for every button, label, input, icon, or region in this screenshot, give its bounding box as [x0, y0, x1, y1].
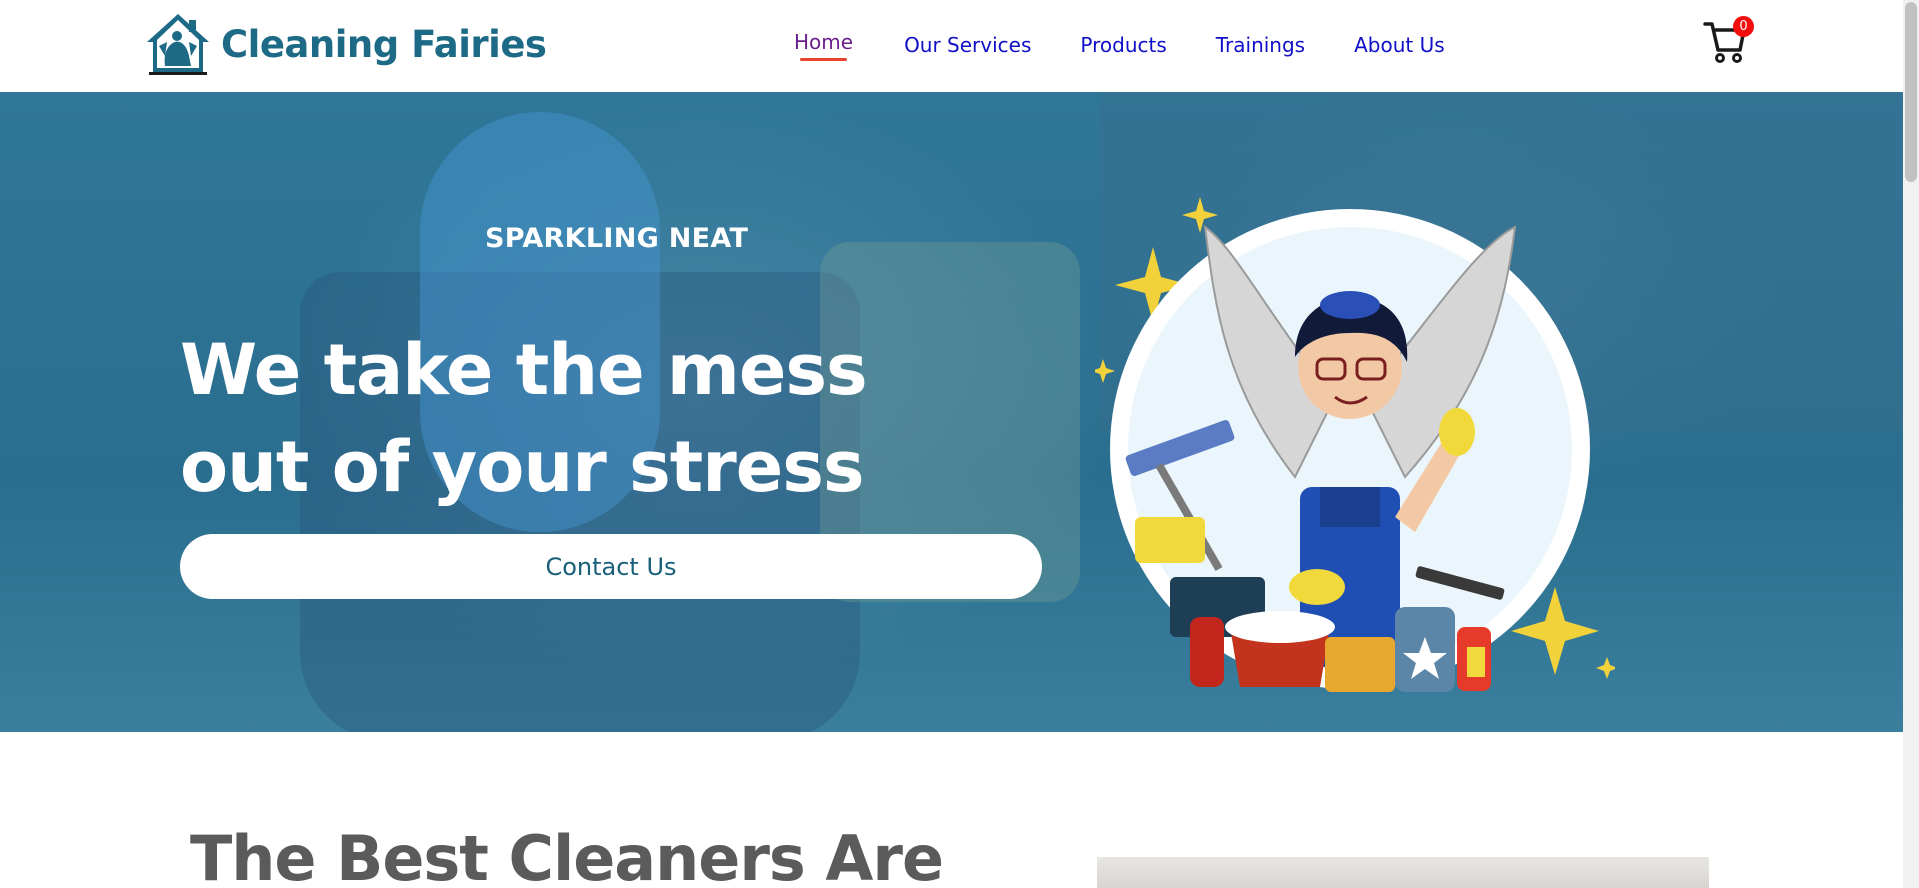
- cleaning-fairy-illustration: [1095, 197, 1615, 692]
- nav-products[interactable]: Products: [1080, 31, 1166, 59]
- cart-count-badge: 0: [1733, 16, 1754, 37]
- nav-about-us[interactable]: About Us: [1354, 31, 1445, 59]
- main-nav: Home Our Services Products Trainings Abo…: [794, 28, 1445, 61]
- house-logo-icon: [147, 14, 209, 75]
- brand-logo[interactable]: Cleaning Fairies: [145, 12, 547, 76]
- hero-section: SPARKLING NEAT We take the mess out of y…: [0, 92, 1903, 732]
- cart-button[interactable]: 0: [1703, 14, 1759, 64]
- page-scrollbar[interactable]: [1903, 0, 1919, 888]
- nav-home[interactable]: Home: [794, 28, 853, 61]
- nav-our-services[interactable]: Our Services: [904, 31, 1031, 59]
- nav-trainings[interactable]: Trainings: [1216, 31, 1305, 59]
- section-image: [1097, 857, 1709, 888]
- scrollbar-thumb[interactable]: [1905, 2, 1917, 182]
- hero-headline-line1: We take the mess: [180, 329, 868, 411]
- brand-name: Cleaning Fairies: [221, 22, 547, 66]
- hero-headline-line2: out of your stress: [180, 426, 865, 508]
- contact-us-button[interactable]: Contact Us: [180, 534, 1042, 599]
- section-title: The Best Cleaners Are: [190, 822, 944, 888]
- hero-headline: We take the mess out of your stress: [180, 322, 868, 516]
- hero-kicker: SPARKLING NEAT: [485, 223, 749, 254]
- site-header: Cleaning Fairies Home Our Services Produ…: [0, 0, 1903, 92]
